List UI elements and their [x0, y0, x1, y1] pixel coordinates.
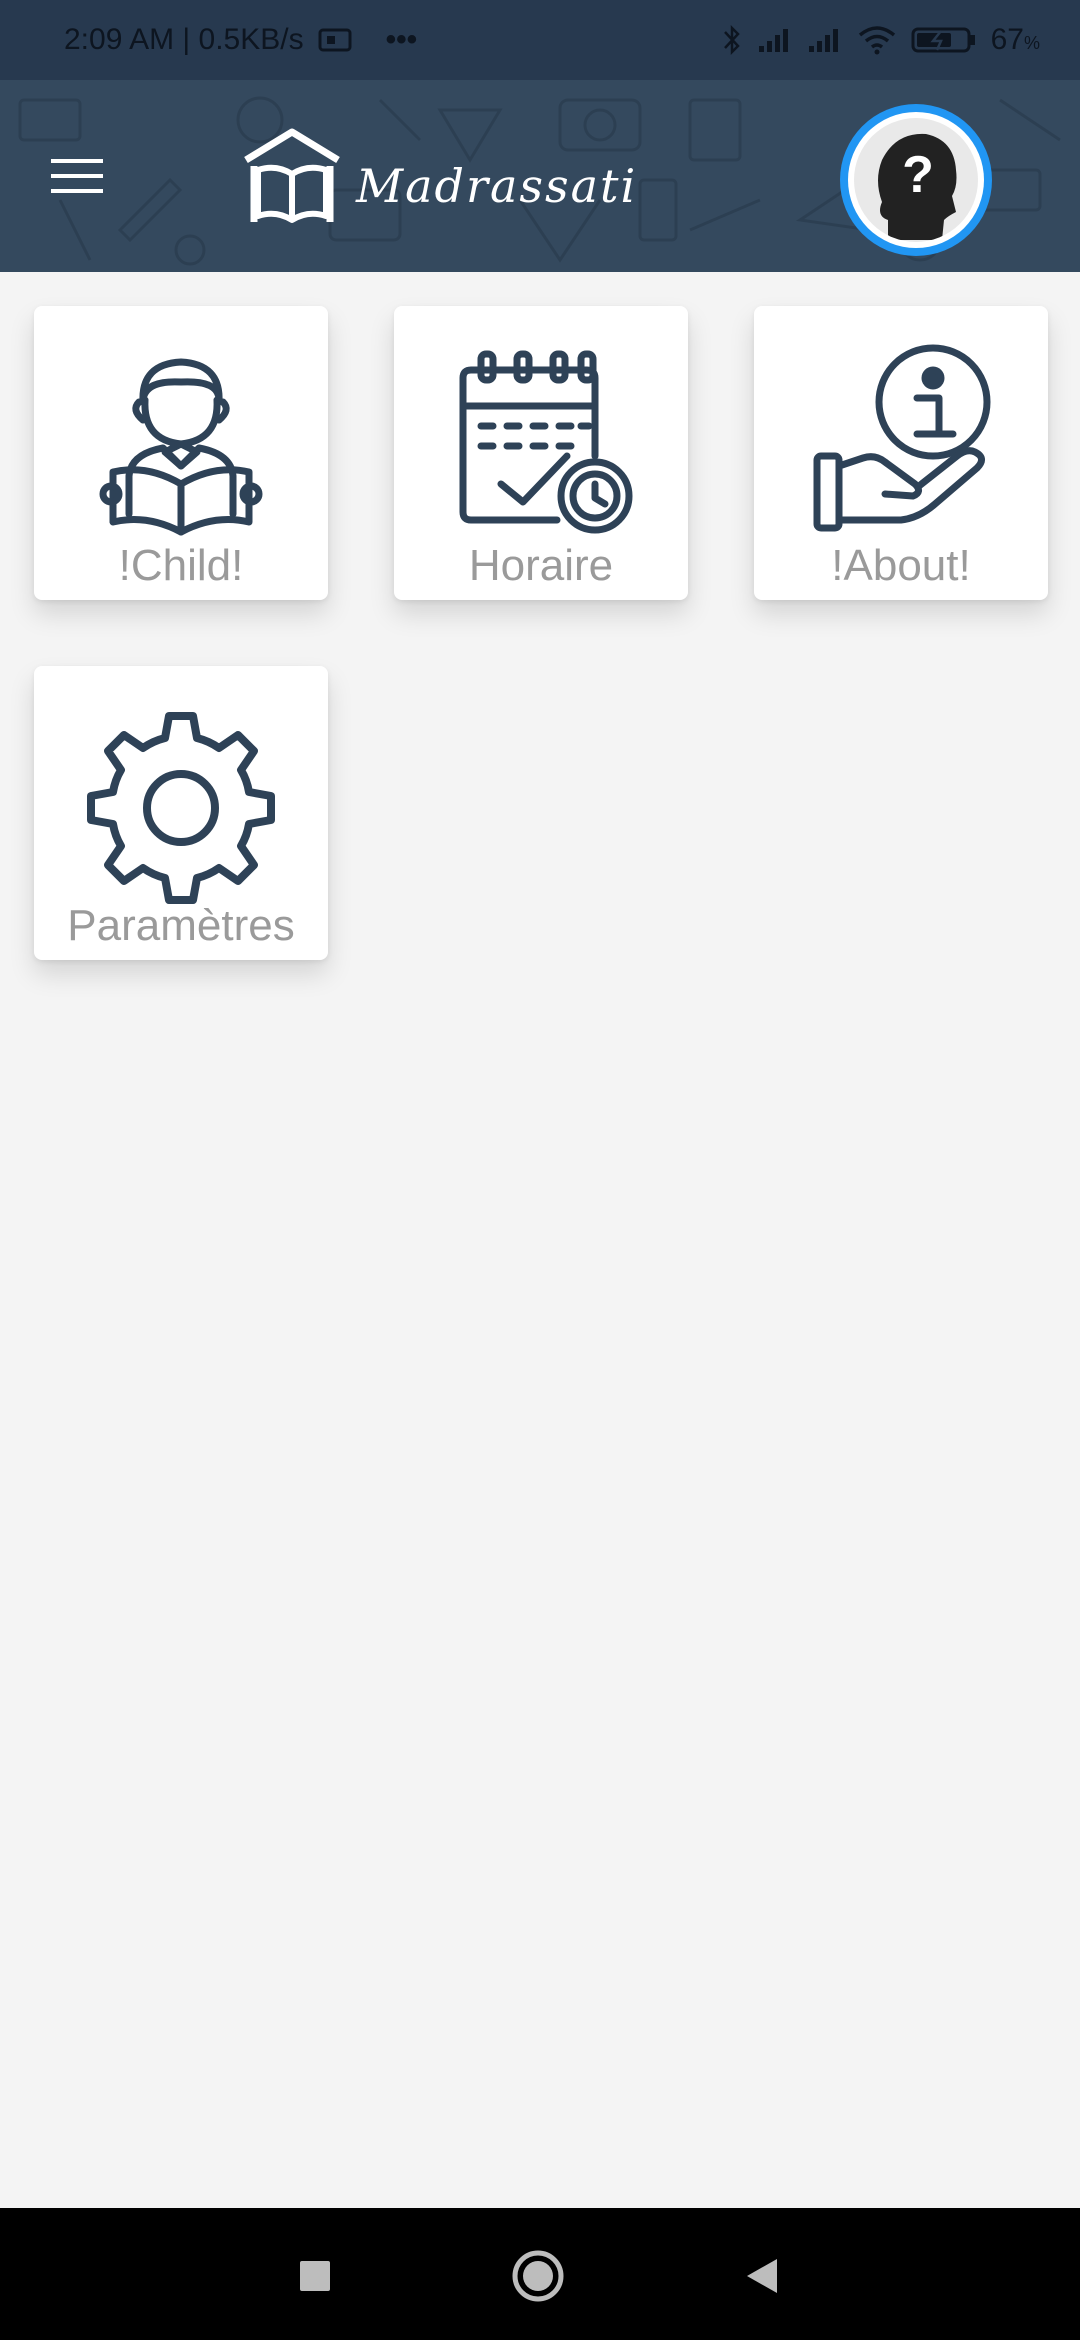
hand-info-icon: [813, 344, 991, 532]
tile-parametres-icon-wrap: [81, 704, 281, 904]
battery-icon: [911, 25, 977, 55]
house-book-icon: [244, 128, 340, 223]
unknown-user-icon: ?: [878, 133, 957, 240]
profile-avatar[interactable]: ?: [840, 104, 992, 256]
circle-icon: [512, 2250, 564, 2302]
tile-child-icon-wrap: [81, 344, 281, 544]
student-reading-icon: [99, 358, 263, 536]
app-title: Madrassati: [356, 159, 638, 213]
wifi-icon: [857, 25, 897, 55]
home-button[interactable]: [510, 2248, 566, 2304]
gear-icon: [87, 712, 275, 904]
square-icon: [300, 2261, 330, 2291]
status-bar: 2:09 AM | 0.5KB/s ••• 67%: [0, 0, 1080, 80]
status-right: 67%: [721, 23, 1040, 57]
tile-about-icon-wrap: [801, 344, 1001, 544]
back-button[interactable]: [733, 2248, 789, 2304]
avatar-ring: ?: [848, 112, 984, 248]
svg-text:?: ?: [902, 146, 934, 204]
menu-button[interactable]: [44, 146, 110, 206]
signal-icon-1: [757, 26, 793, 54]
triangle-back-icon: [747, 2259, 777, 2293]
screen-record-icon: [318, 27, 352, 53]
app-logo: Madrassati: [240, 126, 637, 230]
battery-level: 67%: [990, 23, 1040, 56]
calendar-clock-icon: [459, 350, 633, 534]
bluetooth-icon: [721, 23, 743, 57]
signal-icon-2: [807, 26, 843, 54]
tile-about-label: !About!: [831, 541, 971, 590]
app-bar: Madrassati ?: [0, 80, 1080, 272]
tile-horaire-icon-wrap: [441, 344, 641, 544]
status-time: 2:09 AM | 0.5KB/s: [64, 23, 304, 56]
tile-horaire[interactable]: Horaire: [394, 306, 688, 600]
tile-horaire-label: Horaire: [468, 541, 614, 590]
hamburger-menu-icon: [51, 159, 103, 193]
recents-button[interactable]: [287, 2248, 343, 2304]
avatar-face: ?: [854, 118, 978, 242]
status-left: 2:09 AM | 0.5KB/s •••: [64, 23, 417, 57]
system-nav-bar: [0, 2208, 1080, 2340]
tile-child[interactable]: !Child!: [34, 306, 328, 600]
tile-parametres-label: Paramètres: [67, 901, 295, 950]
more-dots: •••: [385, 23, 418, 56]
tile-parametres[interactable]: Paramètres: [34, 666, 328, 960]
tile-about[interactable]: !About!: [754, 306, 1048, 600]
tile-child-label: !Child!: [118, 541, 244, 590]
